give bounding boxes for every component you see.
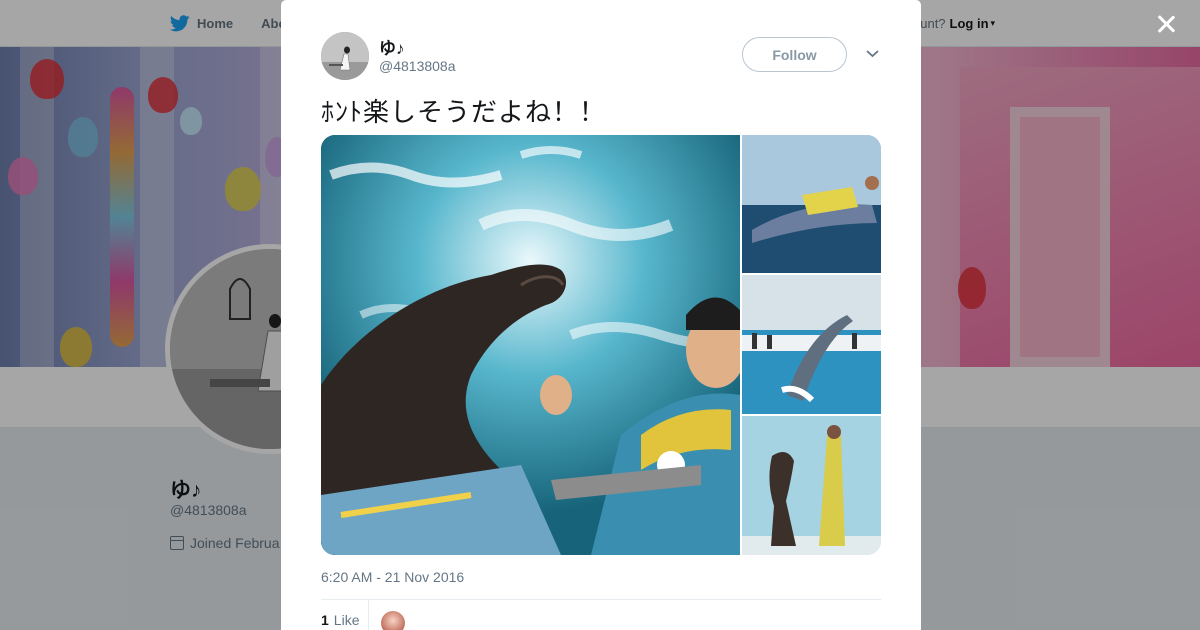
follow-button[interactable]: Follow [742, 37, 847, 72]
tweet-author-handle[interactable]: @4813808a [379, 58, 456, 74]
chevron-down-icon[interactable] [865, 46, 880, 61]
tweet-timestamp[interactable]: 6:20 AM - 21 Nov 2016 [321, 569, 464, 585]
likes-count: 1 [321, 612, 329, 628]
stats-separator [368, 600, 369, 630]
tweet-text: ﾎﾝﾄ楽しそうだよね！！ [321, 97, 607, 127]
tweet-author-name[interactable]: ゆ♪ [379, 34, 405, 59]
tweet-author-avatar[interactable] [321, 32, 369, 80]
tweet-photo-2[interactable] [742, 135, 881, 273]
likes-label: Like [333, 612, 360, 628]
close-icon[interactable] [1152, 10, 1180, 38]
tweet-likes[interactable]: 1 Like [321, 612, 359, 628]
tweet-photo-1[interactable] [321, 135, 740, 555]
liker-avatar[interactable] [381, 611, 405, 630]
tweet-modal: ゆ♪ @4813808a Follow ﾎﾝﾄ楽しそうだよね！！ 6:20 AM… [281, 0, 921, 630]
tweet-stats-divider [321, 599, 881, 600]
tweet-photo-4[interactable] [742, 416, 881, 555]
tweet-media-grid [321, 135, 881, 555]
tweet-photo-3[interactable] [742, 275, 881, 414]
